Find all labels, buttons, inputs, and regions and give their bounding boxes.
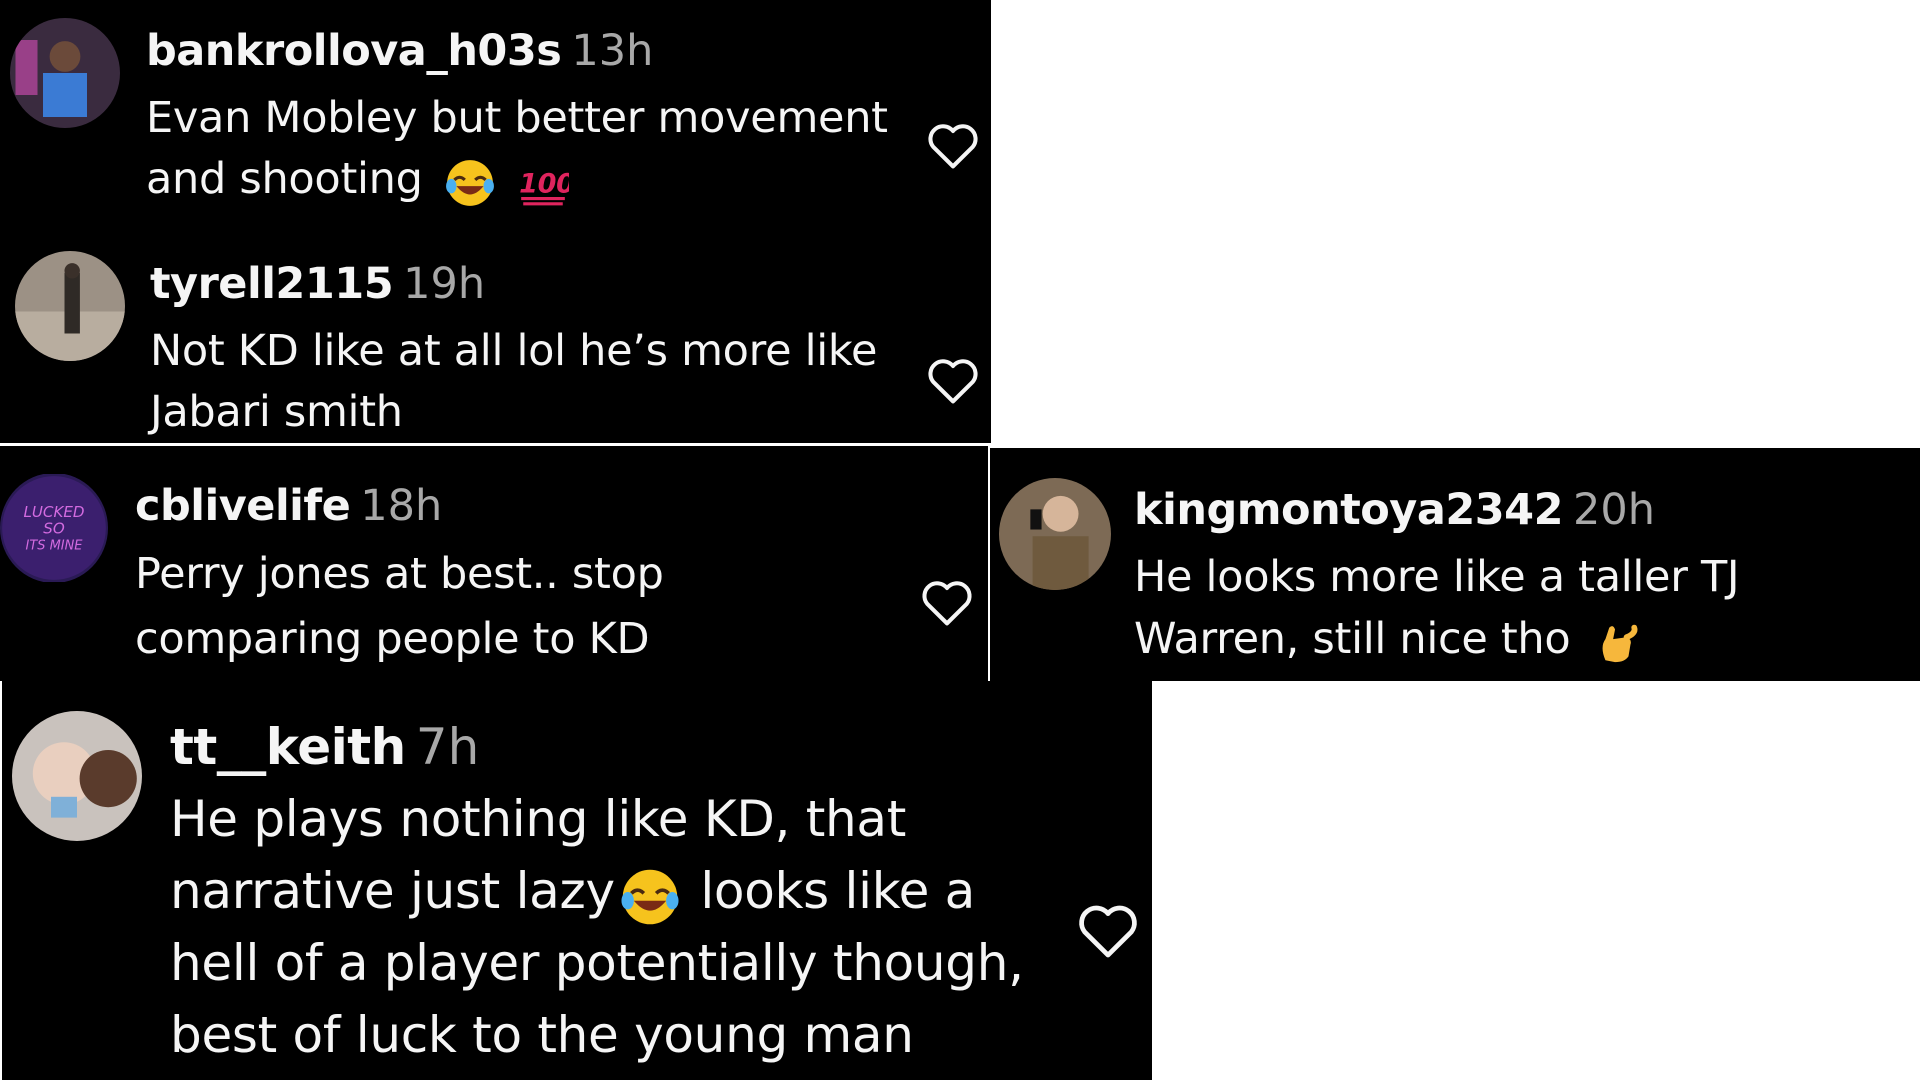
comment-header: tyrell2115 19h — [150, 259, 485, 309]
comment-line: Evan Mobley but better movement — [146, 93, 888, 143]
avatar[interactable]: LUCKED SO ITS MINE — [0, 473, 108, 583]
timestamp: 13h — [571, 26, 654, 76]
heart-outline-icon[interactable] — [920, 577, 974, 627]
heart-outline-icon[interactable] — [926, 355, 980, 405]
avatar[interactable] — [12, 711, 142, 841]
laughing-tears-emoji — [619, 866, 681, 924]
call-me-hand-emoji — [1592, 618, 1640, 666]
comment-card-bankrollova: bankrollova_h03s 13h Evan Mobley but bett… — [0, 0, 991, 217]
comment-text: He plays nothing like KD, that narrative… — [170, 783, 1024, 1071]
comment-line: hell of a player potentially though, — [170, 934, 1024, 992]
avatar[interactable] — [10, 18, 120, 128]
username[interactable]: cblivelife — [135, 481, 351, 531]
svg-text:SO: SO — [43, 519, 65, 537]
svg-text:100: 100 — [519, 168, 569, 199]
comment-header: kingmontoya2342 20h — [1134, 485, 1655, 535]
comment-line: Not KD like at all lol he’s more like — [150, 326, 878, 376]
username[interactable]: bankrollova_h03s — [146, 26, 562, 76]
comment-card-cblivelife: LUCKED SO ITS MINE cblivelife 18h Perry jon… — [0, 446, 988, 681]
comment-line: comparing people to KD — [135, 614, 650, 664]
hundred-points-emoji: 100 — [517, 157, 575, 207]
comment-text: Not KD like at all lol he’s more like Ja… — [150, 321, 877, 443]
comment-card-tyrell: tyrell2115 19h Not KD like at all lol he’… — [0, 217, 991, 443]
heart-outline-icon[interactable] — [926, 120, 980, 170]
comment-header: bankrollova_h03s 13h — [146, 26, 653, 76]
comment-line: Warren, still nice tho — [1134, 608, 1739, 670]
timestamp: 20h — [1573, 485, 1655, 535]
comment-line: and shooting 100 — [146, 149, 888, 210]
comment-card-kingmontoya: kingmontoya2342 20h He looks more like a … — [990, 448, 1920, 681]
laughing-tears-emoji — [444, 157, 496, 207]
comment-line: Jabari smith — [150, 387, 403, 437]
comment-text: Evan Mobley but better movement and shoo… — [146, 88, 888, 210]
comment-line: narrative just lazy looks like a — [170, 855, 1024, 927]
username[interactable]: tyrell2115 — [150, 259, 394, 309]
comment-line: Perry jones at best.. stop — [135, 549, 664, 599]
username[interactable]: kingmontoya2342 — [1134, 485, 1564, 535]
comment-header: cblivelife 18h — [135, 481, 442, 531]
avatar[interactable] — [999, 478, 1111, 590]
username[interactable]: tt__keith — [170, 718, 406, 776]
comment-line: best of luck to the young man — [170, 1006, 914, 1064]
comment-header: tt__keith 7h — [170, 718, 479, 776]
heart-outline-icon[interactable] — [1076, 901, 1140, 959]
svg-text:ITS MINE: ITS MINE — [26, 539, 84, 554]
comment-line: He plays nothing like KD, that — [170, 790, 907, 848]
comment-text: Perry jones at best.. stop comparing peo… — [135, 542, 664, 672]
timestamp: 7h — [415, 718, 480, 776]
timestamp: 18h — [360, 481, 443, 531]
avatar[interactable] — [15, 251, 125, 361]
timestamp: 19h — [403, 259, 486, 309]
comment-card-tt-keith: tt__keith 7h He plays nothing like KD, th… — [2, 681, 1152, 1080]
comment-line: He looks more like a taller TJ — [1134, 552, 1740, 602]
comment-text: He looks more like a taller TJ Warren, s… — [1134, 546, 1740, 670]
